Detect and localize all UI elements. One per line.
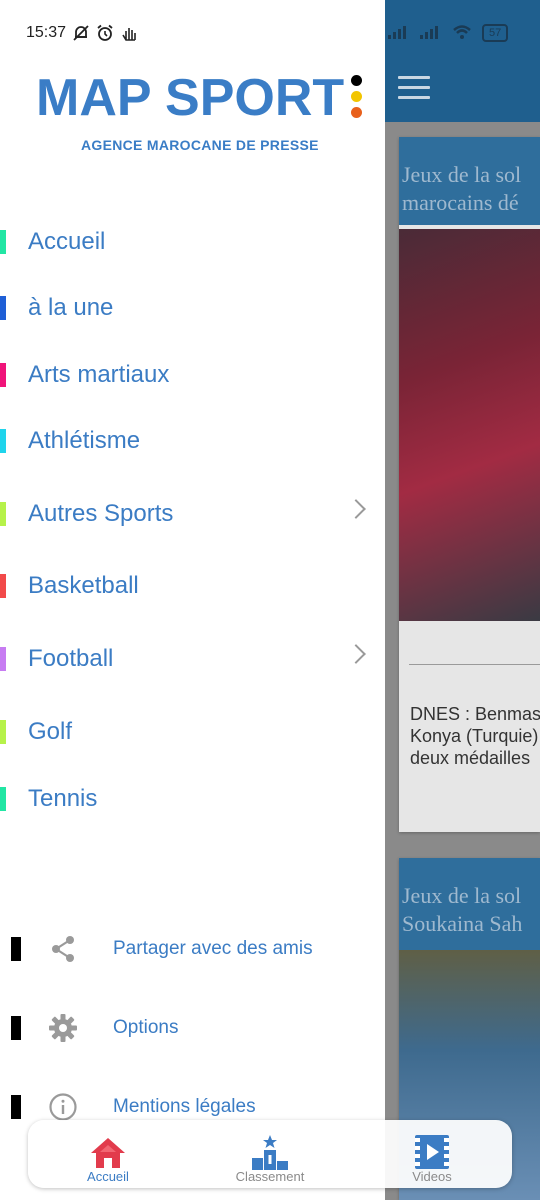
bottom-navigation: Accueil Classement Videos	[28, 1120, 512, 1188]
nav-item-athletisme[interactable]: Athlétisme	[0, 419, 385, 463]
bottom-nav-label: Accueil	[87, 1169, 129, 1184]
nav-color-marker	[0, 787, 6, 811]
nav-item-arts-martiaux[interactable]: Arts martiaux	[0, 353, 385, 397]
nav-item-a-la-une[interactable]: à la une	[0, 286, 385, 330]
nav-color-marker	[0, 296, 6, 320]
nav-item-label: Accueil	[28, 228, 106, 255]
divider	[409, 664, 540, 665]
nav-item-label: Autres Sports	[28, 500, 174, 527]
hamburger-menu-icon[interactable]	[398, 76, 430, 100]
status-time: 15:37	[26, 24, 67, 41]
marker	[11, 937, 21, 961]
options-label: Options	[113, 1017, 179, 1038]
nav-item-tennis[interactable]: Tennis	[0, 777, 385, 821]
signal-icon-2	[420, 25, 442, 42]
marker	[11, 1095, 21, 1119]
wifi-icon	[452, 24, 472, 43]
navigation-drawer: 15:37 MAP SPORT AGENCE MAROCANE DE PRESS…	[0, 0, 385, 1200]
share-with-friends-item[interactable]: Partager avec des amis	[0, 929, 385, 969]
status-bar-left: 15:37	[26, 22, 138, 44]
bottom-nav-accueil[interactable]: Accueil	[48, 1120, 168, 1188]
nav-item-autres-sports[interactable]: Autres Sports	[0, 492, 385, 536]
status-bar-right: 57	[388, 22, 509, 44]
bottom-nav-classement[interactable]: Classement	[210, 1120, 330, 1188]
marker	[11, 1016, 21, 1040]
nav-item-football[interactable]: Football	[0, 637, 385, 681]
nav-color-marker	[0, 502, 6, 526]
gear-icon	[46, 1011, 80, 1045]
news-card[interactable]: Jeux de la sol marocains dé DNES : Benma…	[399, 137, 540, 832]
mute-bell-icon	[72, 24, 90, 42]
info-icon	[46, 1090, 80, 1124]
nav-item-accueil[interactable]: Accueil	[0, 220, 385, 264]
options-item[interactable]: Options	[0, 1008, 385, 1048]
gesture-icon	[120, 24, 138, 42]
bottom-nav-label: Videos	[412, 1169, 452, 1184]
home-icon	[89, 1132, 127, 1170]
bottom-nav-label: Classement	[235, 1169, 305, 1184]
nav-color-marker	[0, 574, 6, 598]
logo-dots	[351, 75, 363, 121]
nav-item-label: à la une	[28, 294, 114, 321]
news-card-text: DNES : Benmas Konya (Turquie) deux médai…	[410, 704, 540, 768]
chevron-right-icon[interactable]	[346, 499, 366, 519]
nav-item-label: Basketball	[28, 572, 139, 599]
chevron-right-icon[interactable]	[346, 644, 366, 664]
share-icon	[46, 932, 80, 966]
nav-item-basketball[interactable]: Basketball	[0, 564, 385, 608]
nav-item-label: Golf	[28, 718, 73, 745]
logo-subtitle: AGENCE MAROCANE DE PRESSE	[81, 137, 319, 153]
video-icon	[413, 1132, 451, 1170]
signal-icon	[388, 25, 410, 42]
share-label: Partager avec des amis	[113, 938, 313, 959]
nav-color-marker	[0, 363, 6, 387]
nav-color-marker	[0, 230, 6, 254]
nav-item-label: Athlétisme	[28, 427, 141, 454]
nav-item-label: Arts martiaux	[28, 361, 170, 388]
bottom-nav-videos[interactable]: Videos	[372, 1120, 492, 1188]
legal-notice-label: Mentions légales	[113, 1096, 256, 1117]
podium-icon	[251, 1132, 289, 1170]
nav-color-marker	[0, 429, 6, 453]
news-card-title-2: Jeux de la sol Soukaina Sah	[399, 858, 540, 952]
battery-indicator: 57	[482, 24, 509, 42]
nav-color-marker	[0, 647, 6, 671]
nav-color-marker	[0, 720, 6, 744]
news-photo	[399, 229, 540, 621]
alarm-icon	[96, 24, 114, 42]
news-card-title: Jeux de la sol marocains dé	[399, 137, 540, 225]
nav-item-label: Tennis	[28, 785, 98, 812]
nav-item-label: Football	[28, 645, 114, 672]
app-logo-title: MAP SPORT	[36, 69, 345, 127]
nav-item-golf[interactable]: Golf	[0, 710, 385, 754]
